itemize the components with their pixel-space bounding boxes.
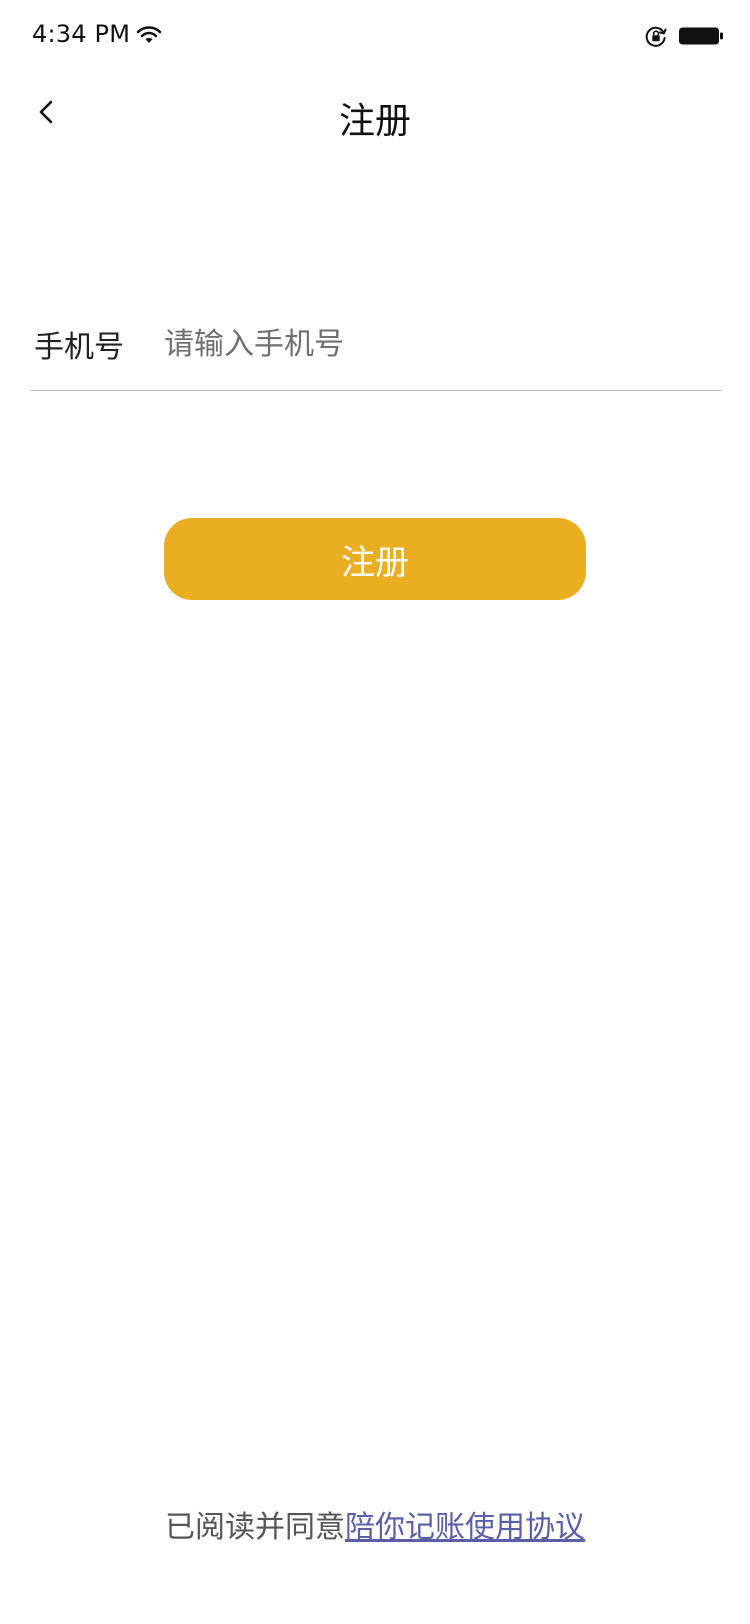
rotation-lock-icon <box>644 24 668 48</box>
agreement-text: 已阅读并同意陪你记账使用协议 <box>0 1502 750 1546</box>
wifi-icon <box>136 24 162 46</box>
phone-input[interactable] <box>164 318 704 370</box>
navigation-bar: 注册 <box>0 72 750 162</box>
battery-icon <box>678 26 724 46</box>
status-time: 4:34 PM <box>32 20 131 48</box>
phone-label: 手机号 <box>34 330 124 365</box>
phone-form-row: 手机号 <box>30 312 722 391</box>
status-bar: 4:34 PM <box>0 0 750 72</box>
agreement-prefix: 已阅读并同意 <box>165 1510 345 1545</box>
register-button[interactable]: 注册 <box>164 518 586 600</box>
page-title: 注册 <box>338 101 411 142</box>
agreement-link[interactable]: 陪你记账使用协议 <box>345 1510 585 1545</box>
